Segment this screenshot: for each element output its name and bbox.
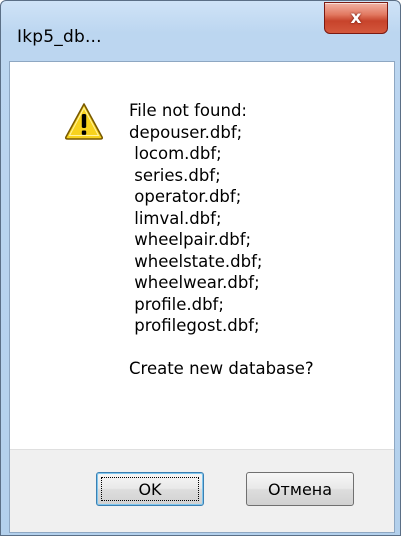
message-line: wheelwear.dbf; [129,273,260,292]
message-line: series.dbf; [129,165,221,185]
warning-icon [64,103,104,140]
message-line: profile.dbf; [129,294,224,314]
window-title: Ikp5_db... [17,27,102,47]
focus-rectangle [101,477,199,501]
cancel-button-label: Отмена [267,479,333,499]
message-line: File not found: [129,101,247,120]
message-line: depouser.dbf; [129,122,243,142]
cancel-button[interactable]: Отмена [246,472,354,506]
message-line: limval.dbf; [129,208,222,228]
message-line [129,337,314,359]
message-line: wheelpair.dbf; [129,230,252,249]
message-line: Create new database? [129,359,314,378]
ok-button[interactable]: OK [96,472,204,506]
message-line: profilegost.dbf; [129,316,260,335]
message-text: File not found: depouser.dbf; locom.dbf;… [129,100,314,380]
dialog-window: Ikp5_db... x File not found: depouser.db… [0,0,401,536]
message-line: locom.dbf; [129,144,222,163]
message-line: operator.dbf; [129,187,242,206]
close-button[interactable]: x [324,2,388,34]
dialog-content: File not found: depouser.dbf; locom.dbf;… [9,61,395,533]
message-line: wheelstate.dbf; [129,251,263,271]
close-icon: x [350,8,362,28]
title-bar[interactable]: Ikp5_db... x [1,1,400,61]
button-bar: OK Отмена [10,449,394,532]
